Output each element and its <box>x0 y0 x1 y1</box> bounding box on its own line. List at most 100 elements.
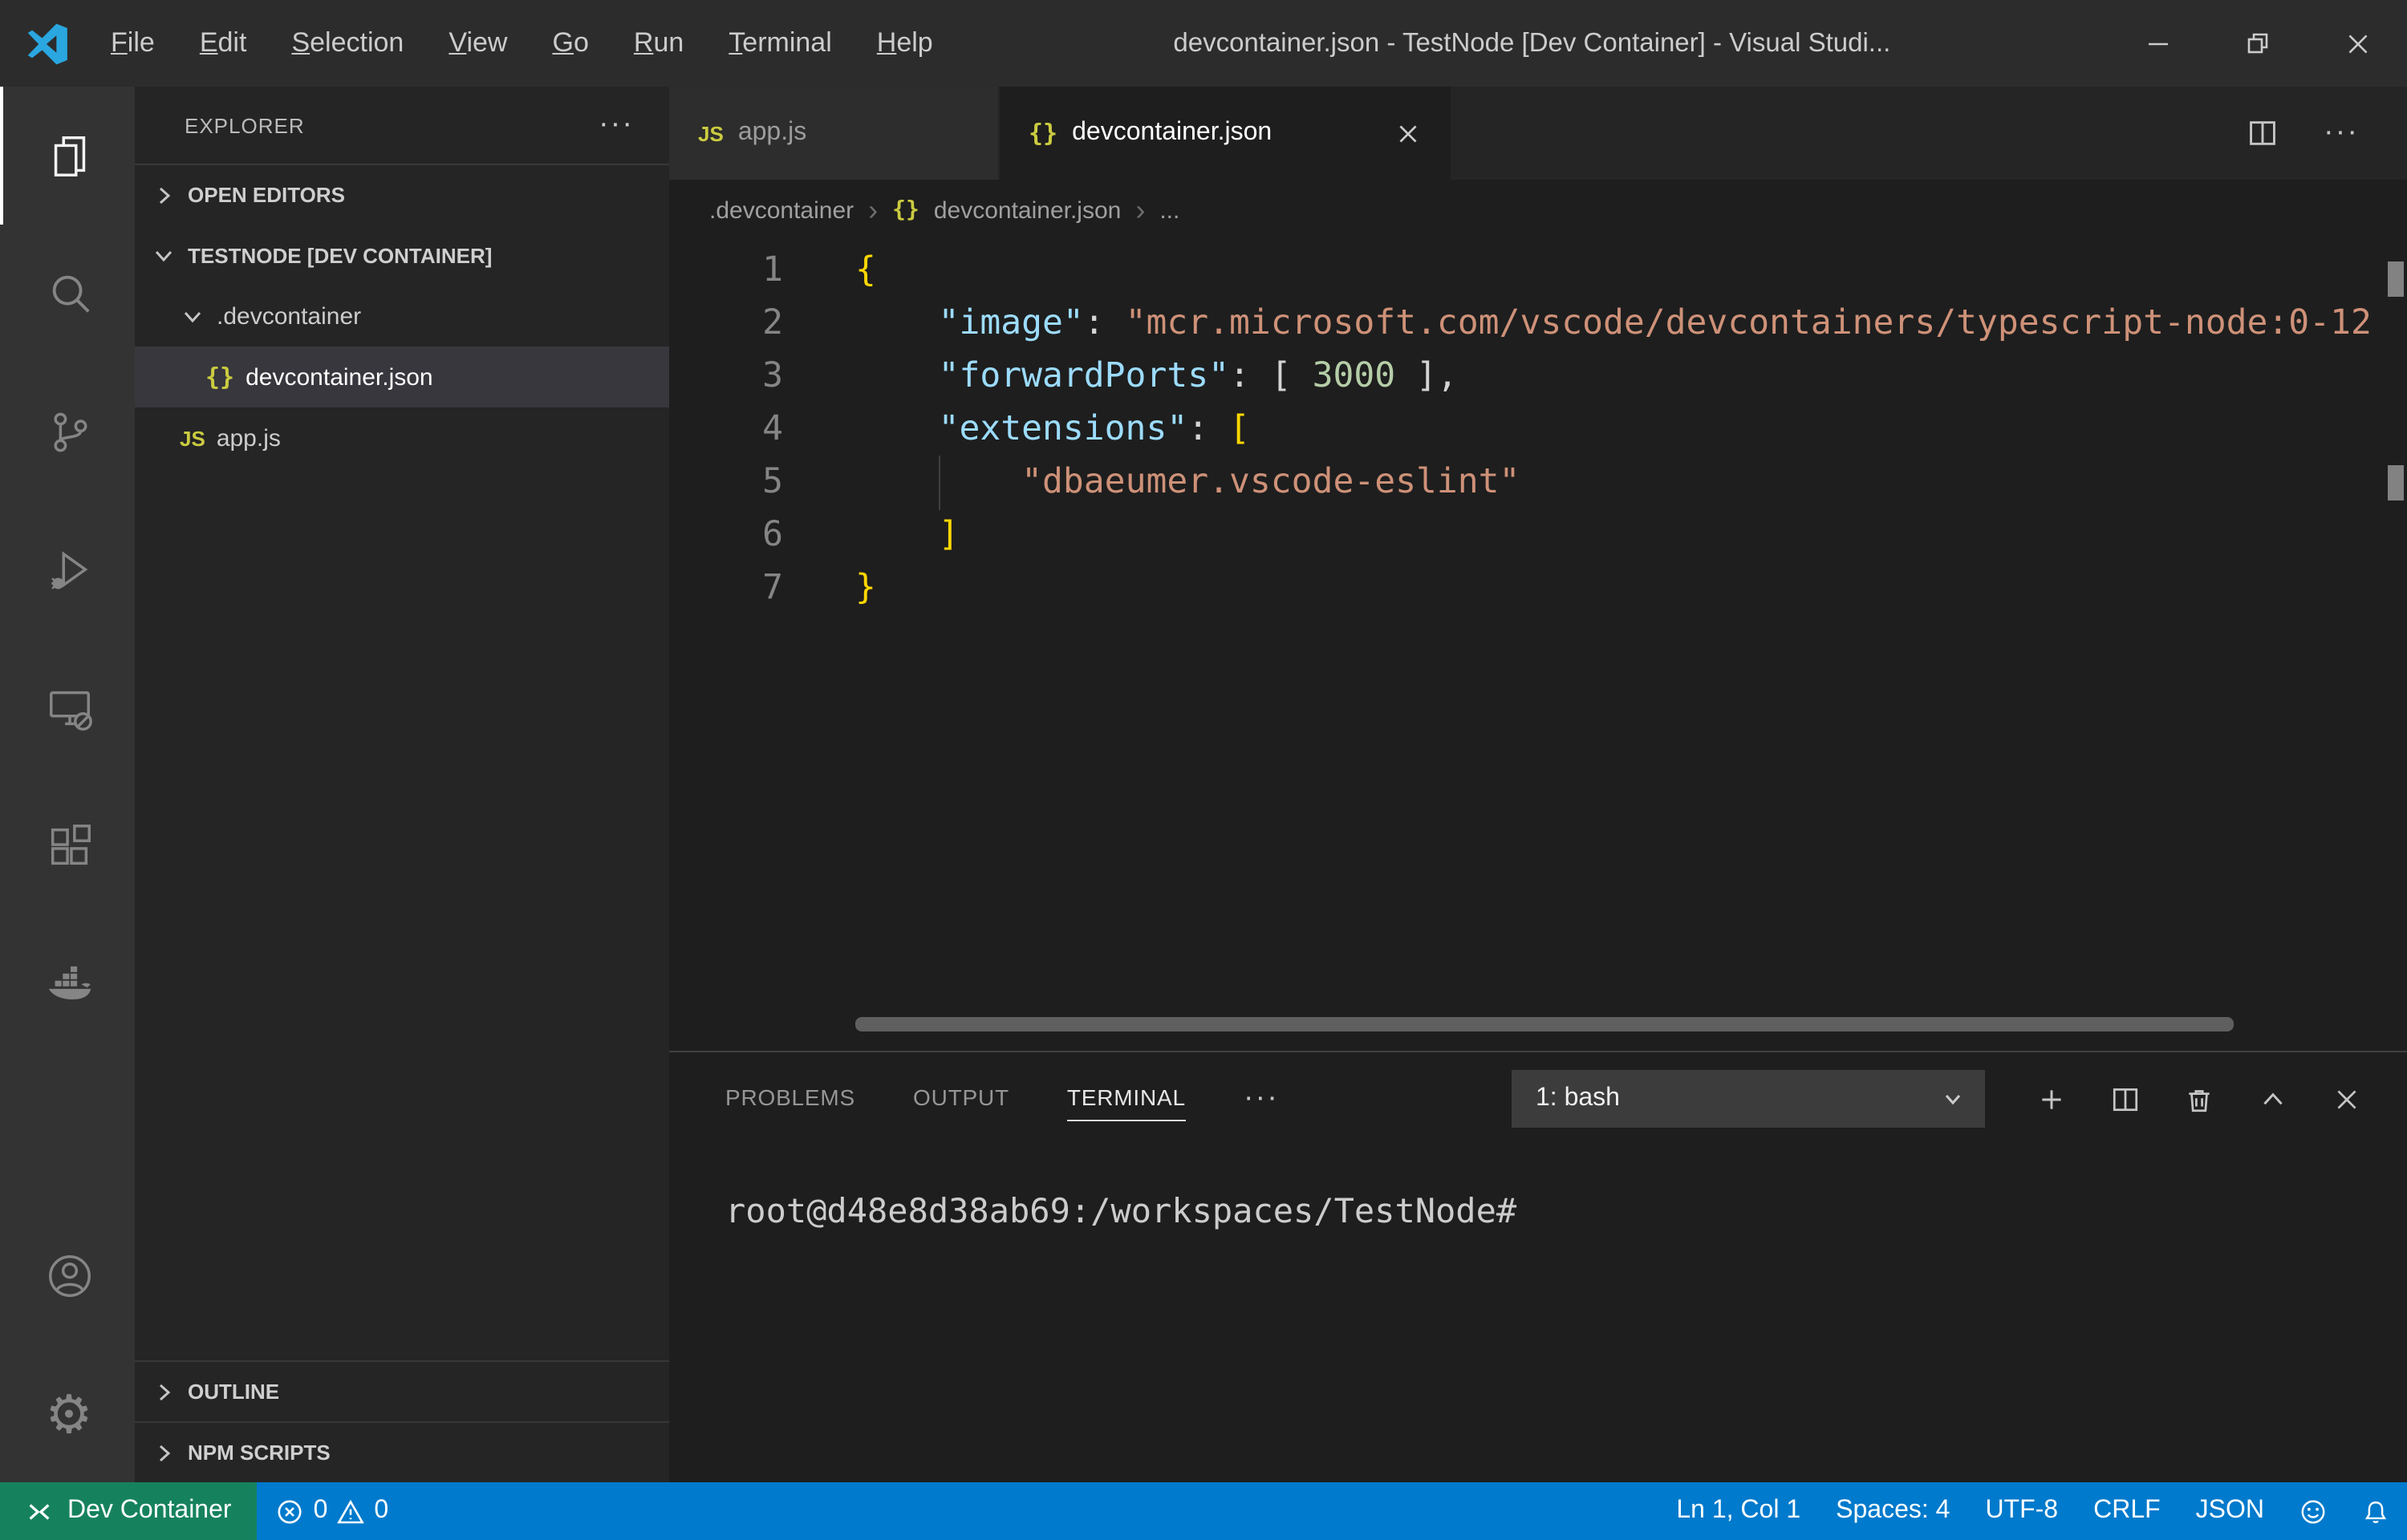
indentation-status[interactable]: Spaces: 4 <box>1818 1482 1967 1540</box>
tab-label: devcontainer.json <box>1072 119 1272 148</box>
line-number: 1 <box>669 244 783 297</box>
breadcrumb: .devcontainer › {} devcontainer.json › .… <box>669 180 2407 241</box>
remote-icon <box>26 1497 53 1525</box>
activitybar-remote-explorer[interactable] <box>0 638 135 776</box>
section-open-editors[interactable]: OPEN EDITORS <box>135 164 669 225</box>
panel-tab-output[interactable]: OUTPUT <box>913 1076 1009 1121</box>
gear-icon: ⚙ <box>45 1387 92 1440</box>
menu-help[interactable]: Help <box>854 0 956 87</box>
menu-terminal[interactable]: Terminal <box>706 0 854 87</box>
remote-label: Dev Container <box>67 1497 232 1526</box>
remote-explorer-icon <box>44 683 94 732</box>
split-terminal-icon[interactable] <box>2110 1084 2141 1114</box>
breadcrumb-item-file[interactable]: devcontainer.json <box>934 197 1122 224</box>
editor-actions: ··· <box>2247 87 2407 180</box>
cursor-position[interactable]: Ln 1, Col 1 <box>1658 1482 1818 1540</box>
code-text: "image": "mcr.microsoft.com/vscode/devco… <box>783 297 2372 350</box>
tab-devcontainer-json[interactable]: {} devcontainer.json <box>1000 87 1451 180</box>
titlebar: File Edit Selection View Go Run Terminal… <box>0 0 2407 87</box>
activitybar-run-debug[interactable] <box>0 500 135 638</box>
language-mode[interactable]: JSON <box>2178 1482 2282 1540</box>
tab-app-js[interactable]: JS app.js <box>669 87 1000 180</box>
horizontal-scrollbar[interactable] <box>855 1017 2234 1031</box>
code-text: } <box>783 561 876 614</box>
error-count: 0 <box>314 1497 328 1526</box>
activitybar-search[interactable] <box>0 225 135 363</box>
restore-button[interactable] <box>2208 0 2308 87</box>
feedback-smiley-icon <box>2299 1497 2327 1525</box>
menu-file[interactable]: File <box>88 0 177 87</box>
code-lines: 1{2 "image": "mcr.microsoft.com/vscode/d… <box>669 244 2407 614</box>
split-editor-icon[interactable] <box>2247 117 2279 149</box>
vscode-window: File Edit Selection View Go Run Terminal… <box>0 0 2407 1540</box>
terminal-content[interactable]: root@d48e8d38ab69:/workspaces/TestNode# <box>669 1145 2407 1482</box>
line-number: 5 <box>669 456 783 509</box>
chevron-down-icon <box>180 303 205 329</box>
activitybar-extensions[interactable] <box>0 776 135 914</box>
line-number: 4 <box>669 403 783 456</box>
menu-edit[interactable]: Edit <box>177 0 270 87</box>
activitybar-settings[interactable]: ⚙ <box>0 1344 135 1482</box>
more-actions-icon[interactable]: ··· <box>599 107 634 143</box>
more-actions-icon[interactable]: ··· <box>2324 116 2359 151</box>
code-line[interactable]: 7} <box>669 561 2407 614</box>
feedback-button[interactable] <box>2282 1482 2344 1540</box>
activitybar-source-control[interactable] <box>0 363 135 500</box>
code-line[interactable]: 4 "extensions": [ <box>669 403 2407 456</box>
breadcrumb-separator: › <box>1135 193 1145 227</box>
restore-icon <box>2243 29 2272 58</box>
breadcrumb-item-folder[interactable]: .devcontainer <box>709 197 854 224</box>
remote-indicator[interactable]: Dev Container <box>0 1482 258 1540</box>
code-text: "extensions": [ <box>783 403 1250 456</box>
menu-selection[interactable]: Selection <box>269 0 426 87</box>
maximize-panel-icon[interactable] <box>2258 1084 2288 1114</box>
chevron-down-icon <box>151 242 177 268</box>
problems-status[interactable]: 0 0 <box>258 1482 408 1540</box>
activitybar-docker[interactable] <box>0 914 135 1052</box>
more-actions-icon[interactable]: ··· <box>1244 1081 1279 1116</box>
breadcrumb-item-symbol[interactable]: ... <box>1159 197 1179 224</box>
code-line[interactable]: 1{ <box>669 244 2407 297</box>
code-editor[interactable]: 1{2 "image": "mcr.microsoft.com/vscode/d… <box>669 241 2407 1051</box>
panel-tab-problems[interactable]: PROBLEMS <box>725 1076 855 1121</box>
overview-ruler-marker <box>2388 465 2404 500</box>
code-line[interactable]: 5 "dbaeumer.vscode-eslint" <box>669 456 2407 509</box>
activitybar-accounts[interactable] <box>0 1206 135 1344</box>
terminal-select[interactable]: 1: bash <box>1512 1070 1985 1128</box>
section-outline[interactable]: OUTLINE <box>135 1360 669 1421</box>
code-line[interactable]: 2 "image": "mcr.microsoft.com/vscode/dev… <box>669 297 2407 350</box>
menu-go[interactable]: Go <box>530 0 611 87</box>
encoding-status[interactable]: UTF-8 <box>1967 1482 2076 1540</box>
sidebar-bottom-sections: OUTLINE NPM SCRIPTS <box>135 1360 669 1482</box>
tree-item-devcontainer-folder[interactable]: .devcontainer <box>135 286 669 346</box>
js-file-icon: JS <box>698 121 724 145</box>
terminal-line: root@d48e8d38ab69:/workspaces/TestNode# <box>725 1187 2407 1235</box>
activity-bar: ⚙ <box>0 87 135 1482</box>
panel-header: PROBLEMS OUTPUT TERMINAL ··· 1: bash <box>669 1052 2407 1145</box>
js-file-icon: JS <box>180 426 205 450</box>
kill-terminal-trash-icon[interactable] <box>2184 1084 2214 1114</box>
eol-status[interactable]: CRLF <box>2076 1482 2178 1540</box>
menu-run[interactable]: Run <box>611 0 706 87</box>
activitybar-explorer[interactable] <box>0 87 135 225</box>
code-line[interactable]: 6 ] <box>669 509 2407 561</box>
notifications-button[interactable] <box>2344 1482 2407 1540</box>
json-file-icon: {} <box>205 363 234 391</box>
close-window-button[interactable] <box>2308 0 2407 87</box>
minimize-button[interactable] <box>2109 0 2208 87</box>
section-label: TESTNODE [DEV CONTAINER] <box>188 243 492 267</box>
tree-item-app-js[interactable]: JS app.js <box>135 407 669 468</box>
section-workspace-root[interactable]: TESTNODE [DEV CONTAINER] <box>135 225 669 286</box>
tree-item-label: devcontainer.json <box>246 363 433 391</box>
tree-item-devcontainer-json[interactable]: {} devcontainer.json <box>135 346 669 407</box>
menu-view[interactable]: View <box>426 0 530 87</box>
panel-tab-terminal[interactable]: TERMINAL <box>1067 1076 1186 1121</box>
close-tab-icon[interactable] <box>1394 120 1422 147</box>
section-npm-scripts[interactable]: NPM SCRIPTS <box>135 1421 669 1482</box>
code-line[interactable]: 3 "forwardPorts": [ 3000 ], <box>669 350 2407 403</box>
close-panel-icon[interactable] <box>2332 1084 2362 1114</box>
line-number: 3 <box>669 350 783 403</box>
tree-item-label: .devcontainer <box>217 302 361 330</box>
indent-guide <box>939 456 940 510</box>
new-terminal-icon[interactable] <box>2036 1084 2067 1114</box>
